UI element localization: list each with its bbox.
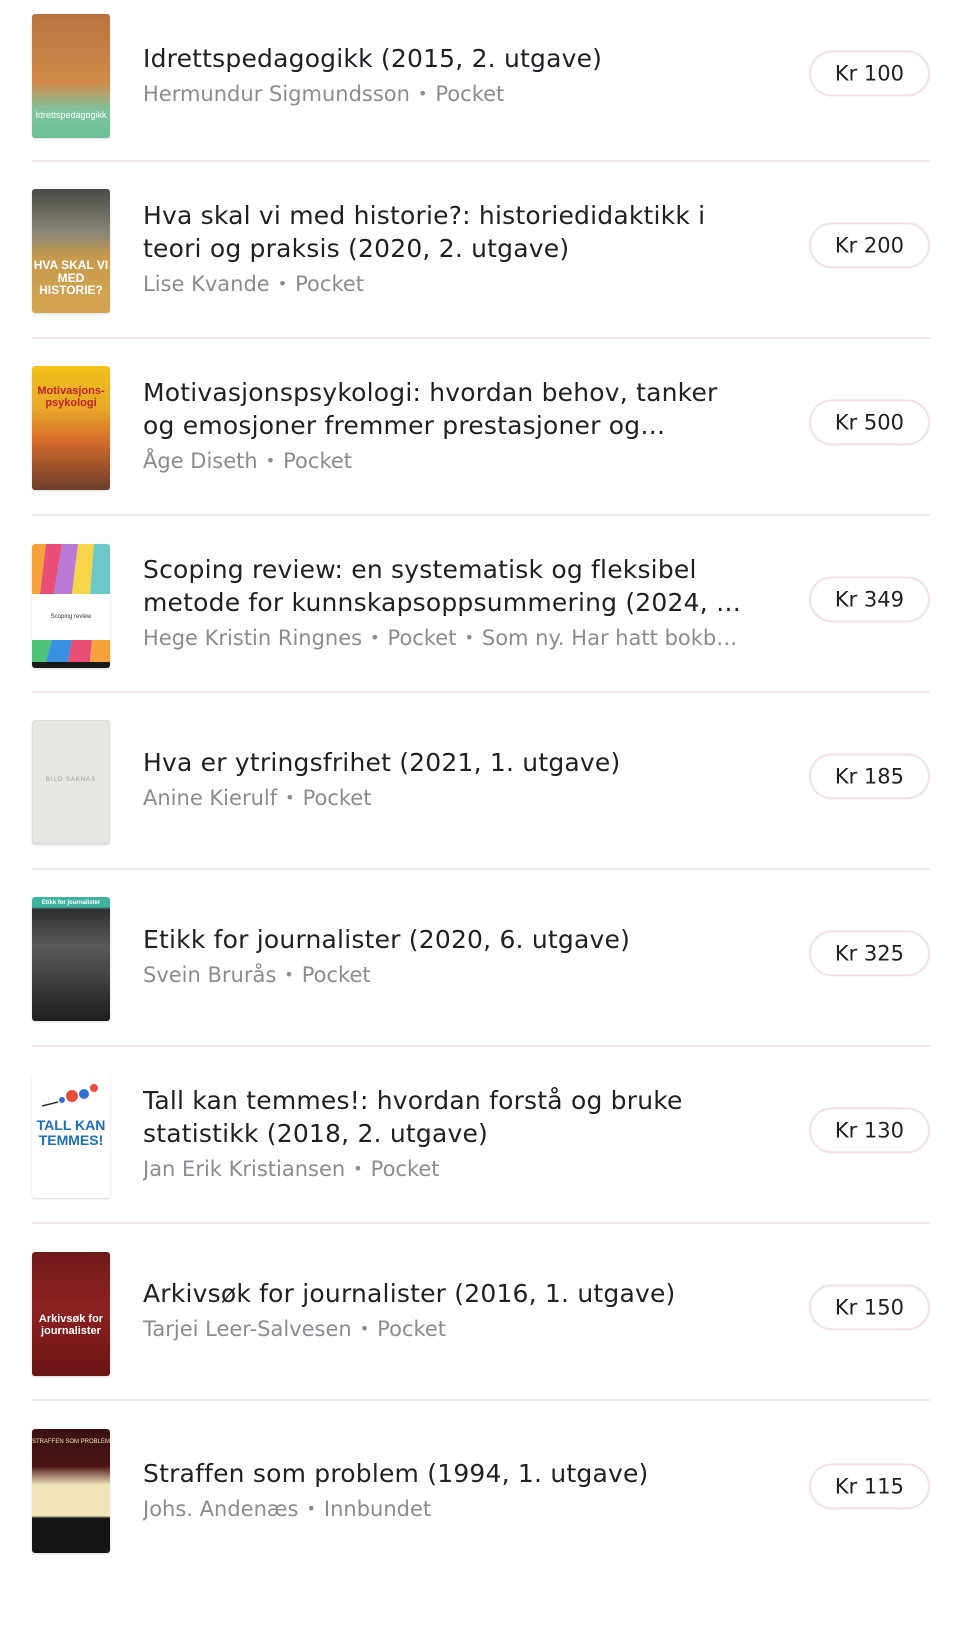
cover-title: Motivasjons-psykologi: [37, 385, 105, 409]
item-title[interactable]: Tall kan temmes!: hvordan forstå og bruk…: [143, 1084, 743, 1150]
item-meta: Svein Brurås • Pocket: [143, 960, 743, 992]
item-meta: Anine Kierulf • Pocket: [143, 783, 743, 815]
book-cover-image[interactable]: BILD SAKNAS: [32, 720, 110, 844]
separator-dot: •: [277, 273, 288, 293]
item-format: Pocket: [295, 271, 365, 296]
item-meta: Hege Kristin Ringnes • Pocket • Som ny. Har …: [143, 623, 743, 655]
item-author: Hege Kristin Ringnes: [143, 625, 363, 650]
item-info[interactable]: Etikk for journalister (2020, 6. utgave)…: [143, 870, 743, 1045]
item-format: Pocket: [283, 448, 353, 473]
item-meta: Jan Erik Kristiansen • Pocket: [143, 1154, 743, 1186]
cover-title: Etikk for journalister: [41, 900, 101, 906]
separator-dot: •: [265, 450, 276, 470]
cover-placeholder-text: BILD SAKNAS: [45, 777, 97, 783]
item-info[interactable]: Tall kan temmes!: hvordan forstå og bruk…: [143, 1047, 743, 1222]
book-cover-image[interactable]: Idrettspedagogikk: [32, 14, 110, 138]
item-title[interactable]: Motivasjonspsykologi: hvordan behov, tan…: [143, 376, 743, 442]
separator-dot: •: [285, 788, 295, 807]
price-button[interactable]: Kr 200: [808, 221, 930, 268]
item-info[interactable]: Arkivsøk for journalister (2016, 1. utga…: [143, 1224, 743, 1399]
book-cover-image[interactable]: Arkivsøk for journalister: [32, 1252, 110, 1376]
separator-dot: •: [464, 627, 474, 647]
item-title[interactable]: Arkivsøk for journalister (2016, 1. utga…: [143, 1277, 743, 1310]
cover-title: HVA SKAL VI MED HISTORIE?: [33, 258, 109, 298]
cover-art-graphic: [32, 544, 110, 668]
item-author: Anine Kierulf: [143, 786, 278, 810]
item-title[interactable]: Straffen som problem (1994, 1. utgave): [143, 1457, 743, 1490]
item-title[interactable]: Idrettspedagogikk (2015, 2. utgave): [143, 42, 743, 75]
separator-dot: •: [359, 1319, 370, 1338]
book-cover-image[interactable]: Motivasjons-psykologi: [32, 366, 110, 490]
list-item[interactable]: Idrettspedagogikk Idrettspedagogikk (201…: [32, 0, 930, 162]
cover-title: TALL KAN TEMMES!: [36, 1117, 106, 1148]
price-button[interactable]: Kr 500: [808, 398, 930, 445]
cover-title: STRAFFEN SOM PROBLEM: [32, 1439, 110, 1445]
list-item[interactable]: HVA SKAL VI MED HISTORIE? Hva skal vi me…: [32, 162, 930, 339]
price-button[interactable]: Kr 100: [808, 50, 930, 97]
item-title[interactable]: Hva skal vi med historie?: historiedidak…: [143, 199, 743, 265]
item-info[interactable]: Hva skal vi med historie?: historiedidak…: [143, 162, 743, 337]
item-title[interactable]: Scoping review: en systematisk og fleksi…: [143, 553, 743, 619]
item-author: Johs. Andenæs: [143, 1496, 299, 1521]
item-meta: Johs. Andenæs • Innbundet: [143, 1494, 743, 1526]
list-item[interactable]: Etikk for journalister Etikk for journal…: [32, 870, 930, 1047]
list-item[interactable]: STRAFFEN SOM PROBLEM Straffen som proble…: [32, 1401, 930, 1581]
item-info[interactable]: Scoping review: en systematisk og fleksi…: [143, 516, 743, 691]
item-format: Pocket: [370, 1156, 440, 1181]
item-format: Innbundet: [323, 1496, 432, 1521]
book-cover-image[interactable]: STRAFFEN SOM PROBLEM: [32, 1429, 110, 1553]
price-button[interactable]: Kr 349: [808, 575, 930, 622]
item-info[interactable]: Straffen som problem (1994, 1. utgave) J…: [143, 1401, 743, 1581]
separator-dot: •: [353, 1158, 363, 1178]
list-item[interactable]: BILD SAKNAS Hva er ytringsfrihet (2021, …: [32, 693, 930, 870]
cover-title: Arkivsøk for journalister: [38, 1313, 104, 1337]
item-format: Pocket: [435, 81, 505, 106]
item-meta: Hermundur Sigmundsson • Pocket: [143, 79, 743, 111]
separator-dot: •: [284, 965, 294, 984]
item-format: Pocket: [302, 786, 372, 810]
separator-dot: •: [306, 1498, 316, 1518]
price-button[interactable]: Kr 130: [808, 1106, 930, 1153]
item-meta: Lise Kvande • Pocket: [143, 269, 743, 301]
item-meta: Tarjei Leer-Salvesen • Pocket: [143, 1314, 743, 1346]
item-author: Åge Diseth: [143, 448, 258, 473]
price-button[interactable]: Kr 115: [808, 1463, 930, 1510]
list-item[interactable]: Scoping review Scoping review: en system…: [32, 516, 930, 693]
cover-title: Idrettspedagogikk: [35, 109, 107, 120]
item-title[interactable]: Hva er ytringsfrihet (2021, 1. utgave): [143, 746, 743, 779]
item-title[interactable]: Etikk for journalister (2020, 6. utgave): [143, 923, 743, 956]
separator-dot: •: [370, 627, 380, 647]
cover-title: Scoping review: [50, 614, 92, 620]
book-cover-image[interactable]: TALL KAN TEMMES!: [32, 1074, 110, 1198]
item-info[interactable]: Motivasjonspsykologi: hvordan behov, tan…: [143, 339, 743, 514]
item-author: Jan Erik Kristiansen: [143, 1156, 346, 1181]
cover-art-graphic: [41, 1084, 98, 1107]
list-item[interactable]: Motivasjons-psykologi Motivasjonspsykolo…: [32, 339, 930, 516]
item-author: Lise Kvande: [143, 271, 270, 296]
listing-list: Idrettspedagogikk Idrettspedagogikk (201…: [0, 0, 960, 1581]
book-cover-image[interactable]: HVA SKAL VI MED HISTORIE?: [32, 189, 110, 313]
item-meta: Åge Diseth • Pocket: [143, 446, 743, 478]
item-info[interactable]: Hva er ytringsfrihet (2021, 1. utgave) A…: [143, 693, 743, 868]
price-button[interactable]: Kr 150: [808, 1283, 930, 1330]
item-format: Pocket: [387, 625, 457, 650]
item-info[interactable]: Idrettspedagogikk (2015, 2. utgave) Herm…: [143, 0, 743, 160]
list-item[interactable]: Arkivsøk for journalister Arkivsøk for j…: [32, 1224, 930, 1401]
book-cover-image[interactable]: Etikk for journalister: [32, 897, 110, 1021]
item-author: Hermundur Sigmundsson: [143, 81, 410, 106]
price-button[interactable]: Kr 185: [808, 752, 930, 799]
item-author: Tarjei Leer-Salvesen: [143, 1317, 352, 1341]
price-button[interactable]: Kr 325: [808, 929, 930, 976]
book-cover-image[interactable]: Scoping review: [32, 544, 110, 668]
item-format: Pocket: [377, 1317, 447, 1341]
item-note: Som ny. Har hatt bokbi…: [481, 625, 743, 650]
item-author: Svein Brurås: [143, 963, 277, 987]
list-item[interactable]: TALL KAN TEMMES! Tall kan temmes!: hvord…: [32, 1047, 930, 1224]
item-format: Pocket: [301, 963, 371, 987]
separator-dot: •: [417, 83, 428, 103]
